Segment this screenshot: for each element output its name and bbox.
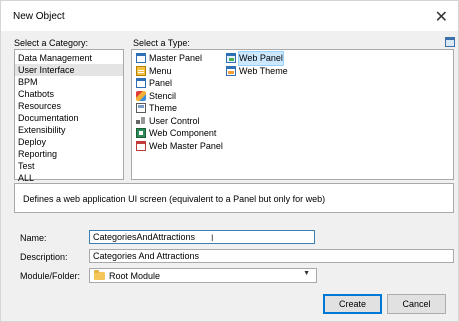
type-item-label: Stencil [149, 90, 177, 101]
new-object-dialog: New Object ✕ Select a Category: Data Man… [0, 0, 459, 322]
module-label: Module/Folder: [20, 271, 81, 281]
title-bar: New Object ✕ [1, 1, 458, 31]
type-item[interactable]: Web Panel [226, 51, 288, 66]
category-item[interactable]: Deploy [15, 136, 123, 148]
category-item[interactable]: User Interface [15, 64, 123, 76]
web-theme-icon [226, 65, 236, 76]
text-cursor-icon: I [211, 233, 214, 243]
dialog-title: New Object [13, 11, 65, 22]
type-item[interactable]: Web Theme [226, 65, 288, 78]
master-panel-icon [136, 53, 146, 64]
type-item[interactable]: Theme [136, 102, 223, 115]
description-input[interactable]: Categories And Attractions [89, 249, 454, 263]
type-label: Select a Type: [133, 38, 190, 48]
type-item-label: Web Master Panel [149, 140, 223, 151]
category-label: Select a Category: [14, 38, 89, 48]
type-item-label: Panel [149, 78, 173, 88]
web-master-panel-icon [136, 140, 146, 151]
chevron-down-icon[interactable]: ▼ [303, 270, 310, 277]
type-item-label: User Control [149, 115, 200, 126]
category-item[interactable]: Test [15, 160, 123, 172]
category-item[interactable]: Documentation [15, 112, 123, 124]
category-item[interactable]: Data Management [15, 52, 123, 64]
category-item[interactable]: Reporting [15, 148, 123, 160]
panel-icon [136, 78, 146, 89]
module-dropdown[interactable]: Root Module ▼ [89, 268, 317, 283]
menu-icon [136, 65, 146, 76]
type-item-label: Web Component [149, 128, 217, 138]
type-item[interactable]: User Control [136, 115, 223, 128]
type-item[interactable]: Menu [136, 65, 223, 78]
type-item-label: Web Theme [239, 65, 288, 76]
web-component-icon [136, 128, 146, 139]
type-item-label: Theme [149, 103, 178, 113]
create-button[interactable]: Create [323, 294, 382, 314]
type-list[interactable]: Master Panel Menu Panel Stencil Theme User Co… [131, 49, 454, 180]
user-control-icon [136, 115, 146, 126]
folder-icon [94, 270, 105, 280]
web-panel-icon [226, 53, 236, 64]
theme-icon [136, 103, 146, 114]
view-mode-icon[interactable] [445, 37, 455, 47]
type-item[interactable]: Web Component [136, 127, 223, 140]
name-label: Name: [20, 233, 47, 243]
name-value: CategoriesAndAttractions [93, 232, 196, 242]
type-item-label: Master Panel [149, 53, 203, 63]
type-item-label: Menu [149, 65, 172, 76]
type-item[interactable]: Master Panel [136, 52, 223, 65]
name-input[interactable]: CategoriesAndAttractions I [89, 230, 315, 244]
type-item[interactable]: Web Master Panel [136, 140, 223, 153]
category-item[interactable]: Chatbots [15, 88, 123, 100]
category-item[interactable]: BPM [15, 76, 123, 88]
type-item[interactable]: Stencil [136, 90, 223, 103]
module-value: Root Module [109, 271, 161, 281]
type-item[interactable]: Panel [136, 77, 223, 90]
category-item[interactable]: Resources [15, 100, 123, 112]
stencil-icon [136, 90, 146, 101]
type-description: Defines a web application UI screen (equ… [14, 183, 454, 213]
cancel-button[interactable]: Cancel [387, 294, 446, 314]
close-icon[interactable]: ✕ [435, 7, 448, 27]
description-label: Description: [20, 252, 68, 262]
category-list[interactable]: Data Management User Interface BPM Chatbots… [14, 49, 124, 183]
description-value: Categories And Attractions [93, 251, 200, 261]
category-item[interactable]: Extensibility [15, 124, 123, 136]
type-item-label: Web Panel [238, 51, 284, 66]
